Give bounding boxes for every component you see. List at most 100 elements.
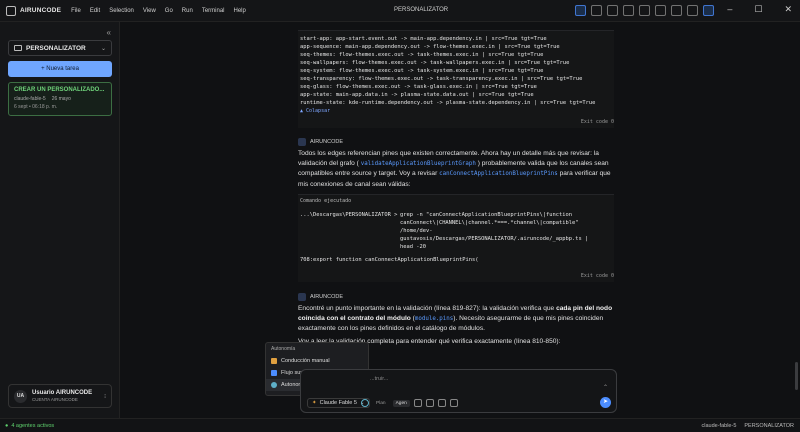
menu-selection[interactable]: Selection	[109, 8, 134, 14]
output-line: seq-glass: flow-themes.exec.out -> task-…	[300, 84, 537, 90]
agent-icon[interactable]	[703, 5, 714, 16]
task-card[interactable]: CREAR UN PERSONALIZADO... claude-fable-5…	[8, 82, 112, 116]
project-selector[interactable]: PERSONALIZATOR ⌄	[8, 40, 112, 56]
output-line: seq-transparency: flow-themes.exec.out -…	[300, 76, 583, 82]
agent-header: AIRUNCODE	[298, 138, 343, 146]
output-line: seq-themes: flow-themes.exec.out -> task…	[300, 52, 544, 58]
chat-panel-icon[interactable]	[575, 5, 586, 16]
grid-icon[interactable]	[671, 5, 682, 16]
agent-label: AIRUNCODE	[310, 139, 344, 145]
user-account: CUENTA AIRUNCODE	[32, 397, 78, 402]
project-name: PERSONALIZATOR	[26, 44, 86, 52]
task-branch: claude-fable-5	[14, 96, 46, 102]
command-label: Comando ejecutado	[300, 198, 352, 204]
menu-terminal[interactable]: Terminal	[202, 8, 225, 14]
user-card[interactable]: UA Usuario AIRUNCODE CUENTA AIRUNCODE ⁝	[8, 384, 112, 408]
image-icon[interactable]	[449, 399, 458, 407]
edit-icon[interactable]	[655, 5, 666, 16]
app-logo-icon	[6, 5, 16, 16]
expand-icon[interactable]: ⌃	[603, 384, 608, 391]
send-button[interactable]: ➤	[600, 397, 611, 408]
message-composer[interactable]: ...truir... ⌃ ✦ Claude Fable 5 ⌄ Plan Ag…	[300, 369, 617, 413]
command-block: Comando ejecutado ...\Descargas\PERSONAL…	[298, 194, 614, 282]
menu-run[interactable]: Run	[182, 8, 193, 14]
conversation-panel: start-app: app-start.event.out -> main-a…	[120, 22, 800, 418]
collapse-toggle[interactable]: ▲ Colapsar	[300, 108, 612, 114]
inline-code: module.pins	[414, 315, 454, 322]
brand: AIRUNCODE	[6, 5, 62, 16]
inline-code: canConnectApplicationBlueprintPins	[439, 171, 558, 177]
agents-status[interactable]: ● 4 agentes activos	[5, 423, 54, 429]
title-bar: AIRUNCODE File Edit Selection View Go Ru…	[0, 0, 800, 22]
menu-view[interactable]: View	[143, 8, 156, 14]
collapse-sidebar-icon[interactable]: «	[107, 28, 111, 37]
folder-icon[interactable]	[437, 399, 446, 407]
composer-tools: Plan Agen	[361, 399, 458, 407]
command-line: grep -n "canConnectApplicationBlueprintP…	[400, 212, 573, 218]
agent-toggle[interactable]: Agen	[392, 399, 410, 407]
menu-go[interactable]: Go	[165, 8, 173, 14]
exit-code: Exit code 0	[580, 273, 614, 279]
user-name: Usuario AIRUNCODE	[32, 390, 93, 396]
autonomy-icon	[271, 382, 277, 388]
menu-edit[interactable]: Edit	[90, 8, 100, 14]
composer-placeholder: ...truir...	[370, 376, 389, 382]
folder-icon	[14, 45, 22, 51]
option-label: Conducción manual	[281, 358, 330, 364]
code-icon[interactable]	[591, 5, 602, 16]
title-toolbar	[575, 5, 714, 16]
output-line: seq-system: flow-themes.exec.out -> task…	[300, 68, 544, 74]
task-meta: claude-fable-5 26 mayo	[14, 96, 106, 102]
autonomy-button[interactable]	[361, 399, 369, 407]
output-line: runtime-state: kde-runtime.dependency.ou…	[300, 100, 596, 106]
status-branch[interactable]: claude-fable-5	[702, 423, 737, 429]
steering-icon	[271, 358, 277, 364]
menu-help[interactable]: Help	[234, 8, 246, 14]
settings-icon[interactable]	[687, 5, 698, 16]
autonomy-title: Autonomía	[271, 346, 296, 352]
command-output-top: start-app: app-start.event.out -> main-a…	[298, 30, 614, 128]
sparkle-icon: ✦	[312, 400, 317, 406]
command-prompt: ...\Descargas\PERSONALIZATOR >	[300, 212, 398, 218]
message-text: Encontré un punto importante en la valid…	[298, 305, 557, 312]
status-project[interactable]: PERSONALIZATOR	[744, 423, 794, 429]
autonomy-option-manual[interactable]: Conducción manual	[266, 355, 368, 367]
task-date: 6 sept • 06:18 p. m.	[14, 104, 58, 110]
model-name: Claude Fable 5	[319, 400, 357, 406]
output-line: app-state: main-app.data.in -> plasma-st…	[300, 92, 534, 98]
command-line: head -20	[400, 244, 426, 250]
menu-bar: File Edit Selection View Go Run Terminal…	[71, 8, 246, 14]
branch-icon[interactable]	[639, 5, 650, 16]
new-task-button[interactable]: + Nueva tarea	[8, 61, 112, 77]
agent-icon	[298, 138, 306, 146]
plan-toggle[interactable]: Plan	[373, 400, 389, 407]
output-line: start-app: app-start.event.out -> main-a…	[300, 36, 547, 42]
agent-message: Todos los edges referencian pines que ex…	[298, 149, 614, 189]
history-icon[interactable]	[623, 5, 634, 16]
mic-icon[interactable]	[413, 399, 422, 407]
command-line: canConnect\|CHANNEL\|channel.*===.*chann…	[400, 220, 579, 226]
attach-icon[interactable]	[425, 399, 434, 407]
command-line: /home/dev-	[400, 228, 433, 234]
user-info: Usuario AIRUNCODE CUENTA AIRUNCODE	[32, 390, 92, 402]
status-right: claude-fable-5 PERSONALIZATOR	[702, 423, 794, 429]
copy-icon[interactable]	[607, 5, 618, 16]
status-dot-icon: ●	[5, 422, 9, 429]
agent-header: AIRUNCODE	[298, 293, 343, 301]
maximize-icon[interactable]: ☐	[754, 4, 762, 15]
minimize-icon[interactable]: –	[727, 4, 732, 15]
close-icon[interactable]: ✕	[784, 4, 792, 15]
window-title: PERSONALIZATOR	[394, 7, 449, 13]
more-icon[interactable]: ⁝	[104, 393, 106, 400]
menu-file[interactable]: File	[71, 8, 81, 14]
command-line: gustavosis/Descargas/PERSONALIZATOR/.air…	[400, 236, 589, 242]
task-title: CREAR UN PERSONALIZADO...	[14, 87, 105, 93]
status-bar: ● 4 agentes activos claude-fable-5 PERSO…	[0, 418, 800, 432]
agents-count: 4 agentes activos	[11, 422, 55, 429]
inline-code: validateApplicationBlueprintGraph	[360, 160, 476, 167]
brand-name: AIRUNCODE	[20, 7, 62, 14]
agent-label: AIRUNCODE	[310, 294, 344, 300]
output-line: seq-wallpapers: flow-themes.exec.out -> …	[300, 60, 570, 66]
command-output: 708:export function canConnectApplicatio…	[300, 257, 479, 263]
scrollbar[interactable]	[795, 362, 798, 390]
